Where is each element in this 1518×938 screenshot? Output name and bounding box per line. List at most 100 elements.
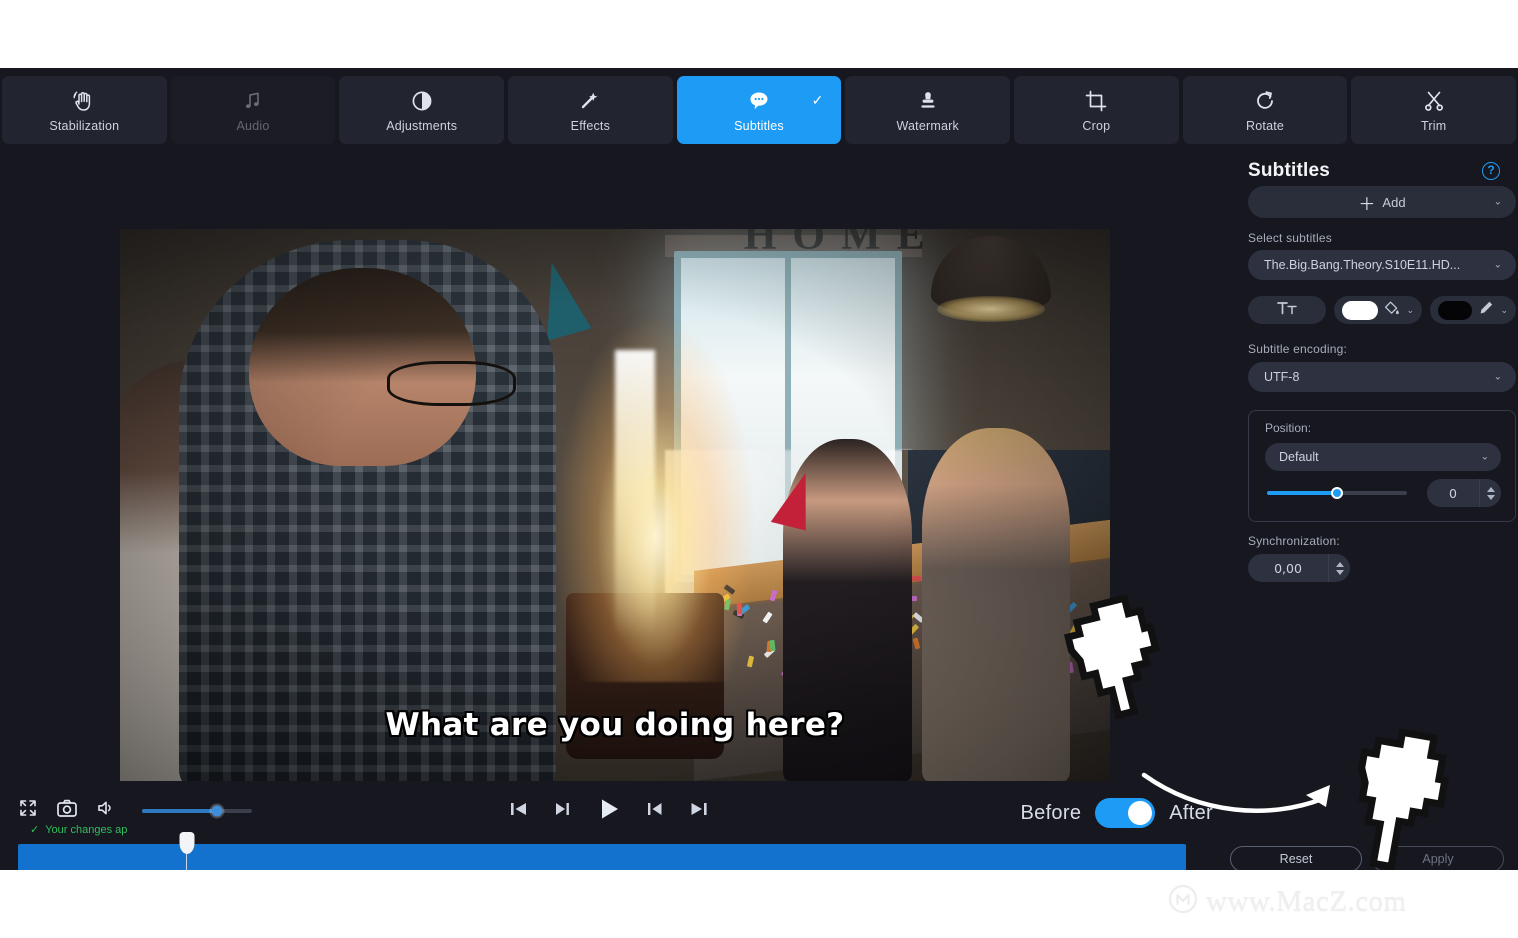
skip-back-icon[interactable] xyxy=(508,799,530,824)
subtitle-file-select[interactable]: The.Big.Bang.Theory.S10E11.HD... ⌄ xyxy=(1248,250,1516,280)
speech-bubble-icon xyxy=(746,88,772,114)
outline-color-button[interactable]: ⌄ xyxy=(1430,296,1516,324)
synchronization-stepper[interactable]: 0,00 xyxy=(1248,554,1350,582)
arrow-up-icon[interactable] xyxy=(1486,486,1495,492)
paint-bucket-icon xyxy=(1384,300,1400,321)
video-preview[interactable]: HOME What are you doing h xyxy=(120,229,1110,781)
tab-adjustments[interactable]: Adjustments xyxy=(339,76,505,144)
contrast-circle-icon xyxy=(409,88,435,114)
position-slider-fill xyxy=(1267,491,1337,495)
step-forward-icon[interactable] xyxy=(644,799,666,824)
skip-forward-icon[interactable] xyxy=(688,799,710,824)
add-subtitles-button[interactable]: ＋ Add ⌄ xyxy=(1248,186,1516,218)
editor-tool-tabs: Stabilization Audio Adjustments Effects … xyxy=(0,76,1518,144)
reset-button[interactable]: Reset xyxy=(1230,846,1362,870)
tab-label: Crop xyxy=(1082,118,1111,133)
arrow-down-icon[interactable] xyxy=(1335,569,1344,575)
arrow-down-icon[interactable] xyxy=(1486,494,1495,500)
pen-outline-icon xyxy=(1478,300,1494,321)
timeline-track[interactable] xyxy=(18,832,1186,870)
camera-icon[interactable] xyxy=(56,798,78,823)
position-label: Position: xyxy=(1265,421,1312,435)
chevron-down-icon[interactable]: ⌄ xyxy=(1481,452,1489,463)
chevron-down-icon[interactable]: ⌄ xyxy=(1406,305,1414,316)
subtitle-file-value: The.Big.Bang.Theory.S10E11.HD... xyxy=(1264,258,1461,272)
preview-area: HOME What are you doing h xyxy=(0,144,1218,784)
after-label: After xyxy=(1169,801,1213,824)
position-offset-stepper[interactable]: 0 xyxy=(1427,479,1501,507)
fill-color-button[interactable]: ⌄ xyxy=(1334,296,1422,324)
tab-rotate[interactable]: Rotate xyxy=(1182,76,1348,144)
check-icon: ✓ xyxy=(30,824,40,836)
subtitle-encoding-select[interactable]: UTF-8 ⌄ xyxy=(1248,362,1516,392)
stepper-arrows[interactable] xyxy=(1328,554,1350,582)
site-watermark: www.MacZ.com xyxy=(1168,884,1407,919)
text-format-icon xyxy=(1276,300,1298,321)
audio-note-icon xyxy=(240,88,266,114)
stepper-arrows[interactable] xyxy=(1479,479,1501,507)
plus-icon: ＋ xyxy=(1358,194,1376,214)
tab-subtitles[interactable]: Subtitles ✓ xyxy=(676,76,842,144)
play-icon[interactable] xyxy=(596,796,622,827)
step-back-icon[interactable] xyxy=(552,799,574,824)
tab-label: Adjustments xyxy=(386,118,458,133)
video-editor-window: Stabilization Audio Adjustments Effects … xyxy=(0,68,1518,870)
synchronization-label: Synchronization: xyxy=(1248,534,1340,548)
scissors-icon xyxy=(1421,88,1447,114)
tab-trim[interactable]: Trim xyxy=(1351,76,1517,144)
tab-applied-check-icon: ✓ xyxy=(811,92,824,108)
timeline: 00:04.735 00:00.00000:02.78500:05.57000:… xyxy=(0,832,1218,870)
tab-stabilization[interactable]: Stabilization xyxy=(2,76,167,144)
tab-label: Subtitles xyxy=(734,118,784,133)
tab-crop[interactable]: Crop xyxy=(1014,76,1179,144)
tab-label: Watermark xyxy=(896,118,959,133)
position-value: Default xyxy=(1279,450,1319,464)
burned-in-subtitle: What are you doing here? xyxy=(385,707,845,743)
volume-slider[interactable] xyxy=(142,805,252,816)
video-frame-image: HOME xyxy=(120,229,1110,781)
select-subtitles-label: Select subtitles xyxy=(1248,231,1332,245)
watermark-text: www.MacZ.com xyxy=(1206,885,1407,917)
tab-label: Stabilization xyxy=(49,118,120,133)
volume-slider-fill xyxy=(142,808,217,813)
help-question-icon[interactable]: ? xyxy=(1482,162,1500,180)
changes-applied-note: ✓ Your changes ap xyxy=(30,823,127,837)
tab-label: Trim xyxy=(1421,118,1447,133)
subtitle-encoding-value: UTF-8 xyxy=(1264,370,1300,384)
chevron-down-icon[interactable]: ⌄ xyxy=(1494,260,1502,271)
crop-icon xyxy=(1083,88,1109,114)
tab-effects[interactable]: Effects xyxy=(508,76,673,144)
toggle-knob xyxy=(1128,801,1153,825)
rotate-cw-icon xyxy=(1252,88,1278,114)
position-select[interactable]: Default ⌄ xyxy=(1265,443,1501,471)
font-settings-button[interactable] xyxy=(1248,296,1327,324)
tab-label: Effects xyxy=(570,118,611,133)
chevron-down-icon[interactable]: ⌄ xyxy=(1494,372,1502,383)
subtitle-encoding-label: Subtitle encoding: xyxy=(1248,342,1348,356)
stabilization-icon xyxy=(71,88,97,114)
synchronization-value: 0,00 xyxy=(1274,560,1302,576)
apply-button[interactable]: Apply xyxy=(1372,846,1504,870)
arrow-up-icon[interactable] xyxy=(1335,561,1344,567)
fill-color-swatch[interactable] xyxy=(1342,300,1379,320)
position-slider-knob[interactable] xyxy=(1331,487,1343,499)
add-button-label: Add xyxy=(1382,194,1406,210)
magic-wand-icon xyxy=(577,88,603,114)
subtitles-panel: Subtitles ? ＋ Add ⌄ Select subtitles The… xyxy=(1218,144,1518,870)
fullscreen-icon[interactable] xyxy=(18,798,38,823)
timeline-playhead[interactable] xyxy=(179,832,195,870)
tab-label: Rotate xyxy=(1246,118,1285,133)
before-label: Before xyxy=(1020,801,1082,824)
outline-color-swatch[interactable] xyxy=(1438,300,1473,320)
position-slider[interactable] xyxy=(1267,487,1407,499)
chevron-down-icon[interactable]: ⌄ xyxy=(1500,305,1508,316)
tab-audio[interactable]: Audio xyxy=(170,76,336,144)
stamp-icon xyxy=(915,88,941,114)
before-after-toggle[interactable] xyxy=(1095,798,1156,828)
subtitle-style-row: ⌄ ⌄ xyxy=(1248,296,1516,324)
volume-slider-knob[interactable] xyxy=(211,805,223,816)
speaker-icon[interactable] xyxy=(96,798,118,823)
playhead-handle[interactable] xyxy=(179,832,195,854)
tab-watermark[interactable]: Watermark xyxy=(845,76,1011,144)
chevron-down-icon[interactable]: ⌄ xyxy=(1494,197,1502,208)
